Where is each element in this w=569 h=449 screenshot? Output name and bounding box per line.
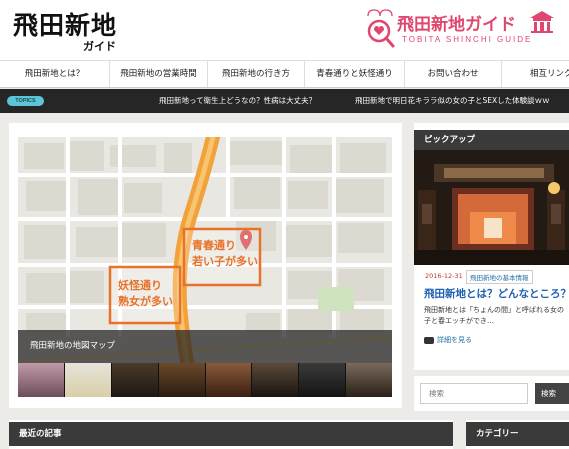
nav-item-contact[interactable]: お問い合わせ: [405, 61, 502, 87]
thumbnail[interactable]: [111, 363, 158, 397]
site-title[interactable]: 飛田新地: [13, 6, 117, 42]
heart-badge-icon: [367, 9, 395, 48]
ticker-item[interactable]: 飛田新地で明日花キララ似の女の子とSEXした体験談ｗｗ: [355, 95, 550, 106]
thumbnail[interactable]: [299, 363, 346, 397]
pickup-title[interactable]: 飛田新地とは？どんなところ？: [424, 286, 569, 301]
map-label-seishun-sub: 若い子が多い: [192, 254, 258, 268]
category-heading: カテゴリー: [466, 422, 569, 446]
thumbnail[interactable]: [205, 363, 252, 397]
pickup-heading: ピックアップ: [414, 130, 569, 150]
nav-item-streets[interactable]: 青春通りと妖怪通り: [305, 61, 405, 87]
nav-item-hours[interactable]: 飛田新地の営業時間: [110, 61, 208, 87]
pickup-category[interactable]: 飛田新地の基本情報: [466, 270, 533, 284]
thumbnail[interactable]: [158, 363, 205, 397]
recent-heading: 最近の記事: [9, 422, 453, 446]
slider-caption[interactable]: 飛田新地の地図マップ: [18, 330, 392, 363]
read-more-link[interactable]: 詳細を見る: [424, 335, 472, 345]
main-nav: 飛田新地とは？ 飛田新地の営業時間 飛田新地の行き方 青春通りと妖怪通り お問い…: [0, 60, 569, 88]
site-subtitle: ガイド: [83, 40, 116, 53]
search-input[interactable]: [420, 383, 528, 404]
nav-item-access[interactable]: 飛田新地の行き方: [208, 61, 305, 87]
thumbnail[interactable]: [18, 363, 64, 397]
topics-badge: TOPICS: [7, 96, 44, 106]
topics-ticker: TOPICS 飛田新地って衛生上どうなの？性病は大丈夫？ 飛田新地で明日花キララ…: [0, 89, 569, 113]
ticker-item[interactable]: 飛田新地って衛生上どうなの？性病は大丈夫？: [159, 95, 316, 106]
nav-item-about[interactable]: 飛田新地とは？: [0, 61, 110, 87]
pickup-image[interactable]: [414, 150, 569, 265]
slider-thumbnails: [18, 363, 392, 397]
pickup-date: 2016-12-31: [425, 272, 463, 280]
building-icon: [530, 11, 554, 33]
thumbnail[interactable]: [64, 363, 111, 397]
map-label-youkai-sub: 熟女が多い: [118, 294, 173, 308]
thumbnail[interactable]: [346, 363, 392, 397]
pickup-photo: [414, 150, 569, 265]
arrow-icon: [424, 336, 434, 344]
search-button[interactable]: 検索: [535, 383, 569, 404]
site-header: 飛田新地 ガイド 飛田新地ガイド TOBITA SHINCHI GUIDE: [0, 0, 569, 60]
nav-item-links[interactable]: 相互リンク: [502, 61, 569, 87]
map-label-seishun: 青春通り: [192, 238, 236, 252]
logo-text: 飛田新地ガイド: [397, 15, 516, 35]
thumbnail[interactable]: [252, 363, 299, 397]
read-more-label: 詳細を見る: [437, 336, 472, 344]
map-label-youkai: 妖怪通り: [118, 278, 162, 292]
pickup-description: 飛田新地とは「ちょんの間」と呼ばれる女の子と春エッチができ…: [424, 306, 564, 325]
site-logo[interactable]: 飛田新地ガイド TOBITA SHINCHI GUIDE: [360, 6, 569, 50]
logo-subtext: TOBITA SHINCHI GUIDE: [402, 35, 533, 44]
